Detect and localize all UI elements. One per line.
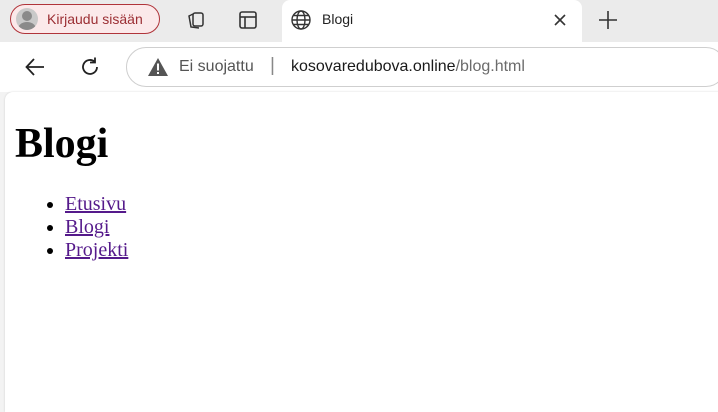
tab-title: Blogi — [322, 11, 354, 27]
back-icon[interactable] — [22, 54, 48, 80]
reload-icon[interactable] — [77, 54, 103, 80]
collections-icon[interactable] — [184, 8, 208, 32]
nav-link-projekti[interactable]: Projekti — [65, 239, 128, 261]
plus-icon[interactable] — [596, 8, 620, 32]
globe-icon — [290, 9, 312, 35]
address-bar[interactable]: Ei suojattu | kosovaredubova.online/blog… — [126, 47, 718, 87]
avatar-icon — [16, 8, 38, 30]
tab-strip: Kirjaudu sisään Blogi — [0, 0, 718, 42]
tab-actions-icon[interactable] — [236, 8, 260, 32]
url-path: /blog.html — [455, 58, 525, 75]
address-toolbar: Ei suojattu | kosovaredubova.online/blog… — [0, 42, 718, 92]
nav-link-etusivu[interactable]: Etusivu — [65, 193, 126, 215]
tab-blogi[interactable]: Blogi — [282, 0, 582, 42]
url-text[interactable]: kosovaredubova.online/blog.html — [291, 58, 525, 76]
nav-list: Etusivu Blogi Projekti — [25, 193, 128, 262]
list-item: Blogi — [65, 216, 128, 239]
profile-button[interactable]: Kirjaudu sisään — [10, 4, 160, 34]
url-separator: | — [270, 55, 275, 76]
page-content: Blogi Etusivu Blogi Projekti — [5, 92, 718, 412]
profile-label: Kirjaudu sisään — [47, 11, 143, 27]
list-item: Etusivu — [65, 193, 128, 216]
list-item: Projekti — [65, 239, 128, 262]
url-host: kosovaredubova.online — [291, 58, 456, 75]
warning-icon[interactable] — [147, 57, 169, 81]
security-status[interactable]: Ei suojattu — [179, 58, 254, 76]
close-icon[interactable] — [550, 10, 570, 34]
nav-link-blogi[interactable]: Blogi — [65, 216, 109, 238]
page-title: Blogi — [15, 121, 109, 167]
